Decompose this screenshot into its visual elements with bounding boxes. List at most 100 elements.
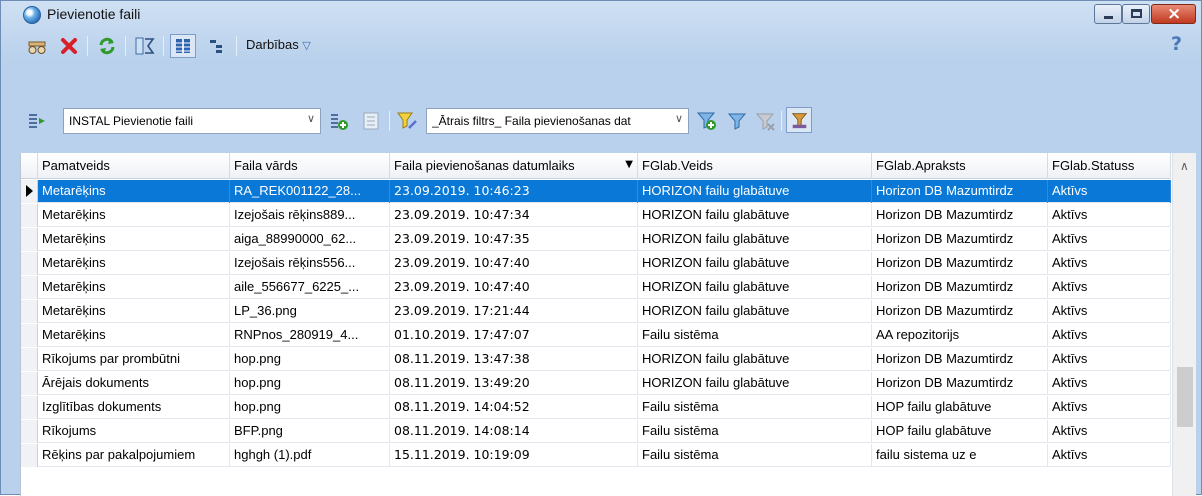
cell-fglab-apraksts[interactable]: failu sistema uz e — [872, 444, 1048, 467]
columns-view-toggle[interactable] — [170, 34, 196, 58]
row-indicator[interactable] — [21, 324, 38, 347]
cell-fglab-veids[interactable]: Failu sistēma — [638, 420, 872, 443]
column-header-datumlaiks[interactable]: Faila pievienošanas datumlaiks ▼ — [390, 153, 638, 179]
column-header-fglab-apraksts[interactable]: FGlab.Apraksts — [872, 153, 1048, 179]
add-view-icon[interactable] — [329, 111, 349, 131]
cell-fglab-veids[interactable]: HORIZON failu glabātuve — [638, 252, 872, 275]
cell-pamatveids[interactable]: Rēķins par pakalpojumiem — [38, 444, 230, 467]
cell-datumlaiks[interactable]: 23.09.2019. 10:47:34 — [390, 204, 638, 227]
close-button[interactable]: × — [1151, 4, 1196, 24]
cell-datumlaiks[interactable]: 08.11.2019. 14:08:14 — [390, 420, 638, 443]
clear-filter-toggle[interactable] — [786, 107, 812, 133]
table-row[interactable]: Metarēķins Izejošais rēķins889... 23.09.20… — [21, 204, 1171, 227]
cell-datumlaiks[interactable]: 08.11.2019. 13:49:20 — [390, 372, 638, 395]
cell-datumlaiks[interactable]: 23.09.2019. 17:21:44 — [390, 300, 638, 323]
cell-faila-vards[interactable]: hop.png — [230, 396, 390, 419]
table-row[interactable]: Rīkojums par prombūtni hop.png 08.11.2019.… — [21, 348, 1171, 371]
cell-fglab-apraksts[interactable]: Horizon DB Mazumtirdz — [872, 300, 1048, 323]
row-indicator[interactable] — [21, 276, 38, 299]
table-row[interactable]: Metarēķins RNPnos_280919_4... 01.10.2019. … — [21, 324, 1171, 347]
cell-fglab-statuss[interactable]: Aktīvs — [1048, 348, 1171, 371]
cell-fglab-veids[interactable]: HORIZON failu glabātuve — [638, 180, 872, 203]
cell-pamatveids[interactable]: Metarēķins — [38, 204, 230, 227]
cell-fglab-veids[interactable]: Failu sistēma — [638, 444, 872, 467]
cell-datumlaiks[interactable]: 23.09.2019. 10:47:40 — [390, 276, 638, 299]
title-bar[interactable]: Pievienotie faili × — [1, 1, 1201, 29]
cell-faila-vards[interactable]: aiga_88990000_62... — [230, 228, 390, 251]
cell-fglab-statuss[interactable]: Aktīvs — [1048, 324, 1171, 347]
cell-pamatveids[interactable]: Metarēķins — [38, 228, 230, 251]
cell-datumlaiks[interactable]: 23.09.2019. 10:47:35 — [390, 228, 638, 251]
cell-faila-vards[interactable]: LP_36.png — [230, 300, 390, 323]
cell-fglab-veids[interactable]: Failu sistēma — [638, 324, 872, 347]
cell-datumlaiks[interactable]: 15.11.2019. 10:19:09 — [390, 444, 638, 467]
cell-faila-vards[interactable]: hop.png — [230, 372, 390, 395]
cell-fglab-veids[interactable]: HORIZON failu glabātuve — [638, 372, 872, 395]
scroll-up-icon[interactable]: ∧ — [1180, 159, 1189, 173]
table-row[interactable]: Metarēķins aiga_88990000_62... 23.09.2019.… — [21, 228, 1171, 251]
cell-faila-vards[interactable]: Izejošais rēķins556... — [230, 252, 390, 275]
cell-fglab-statuss[interactable]: Aktīvs — [1048, 444, 1171, 467]
add-filter-icon[interactable] — [697, 111, 717, 131]
quick-filter-select[interactable]: _Ātrais filtrs_ Faila pievienošanas dat … — [426, 108, 689, 134]
table-row[interactable]: Izglītības dokuments hop.png 08.11.2019. 1… — [21, 396, 1171, 419]
column-header-fglab-veids[interactable]: FGlab.Veids — [638, 153, 872, 179]
view-select[interactable]: INSTAL Pievienotie faili ∨ — [63, 108, 321, 134]
cell-pamatveids[interactable]: Rīkojums — [38, 420, 230, 443]
cell-fglab-apraksts[interactable]: Horizon DB Mazumtirdz — [872, 228, 1048, 251]
cell-fglab-veids[interactable]: HORIZON failu glabātuve — [638, 276, 872, 299]
column-header-faila-vards[interactable]: Faila vārds — [230, 153, 390, 179]
cell-pamatveids[interactable]: Metarēķins — [38, 324, 230, 347]
cell-fglab-apraksts[interactable]: Horizon DB Mazumtirdz — [872, 276, 1048, 299]
cell-fglab-veids[interactable]: HORIZON failu glabātuve — [638, 300, 872, 323]
cell-datumlaiks[interactable]: 23.09.2019. 10:46:23 — [390, 180, 638, 203]
actions-menu[interactable]: Darbības ▽ — [246, 37, 311, 52]
cell-pamatveids[interactable]: Izglītības dokuments — [38, 396, 230, 419]
cell-fglab-veids[interactable]: HORIZON failu glabātuve — [638, 348, 872, 371]
table-row[interactable]: Metarēķins LP_36.png 23.09.2019. 17:21:44 H… — [21, 300, 1171, 323]
cell-fglab-statuss[interactable]: Aktīvs — [1048, 372, 1171, 395]
cell-pamatveids[interactable]: Rīkojums par prombūtni — [38, 348, 230, 371]
column-header-fglab-statuss[interactable]: FGlab.Statuss — [1048, 153, 1171, 179]
cell-datumlaiks[interactable]: 08.11.2019. 13:47:38 — [390, 348, 638, 371]
row-indicator[interactable] — [21, 348, 38, 371]
sum-icon[interactable] — [135, 36, 155, 56]
cell-fglab-apraksts[interactable]: HOP failu glabātuve — [872, 420, 1048, 443]
cell-fglab-veids[interactable]: HORIZON failu glabātuve — [638, 228, 872, 251]
cell-faila-vards[interactable]: RA_REK001122_28... — [230, 180, 390, 203]
cell-pamatveids[interactable]: Metarēķins — [38, 300, 230, 323]
cell-fglab-statuss[interactable]: Aktīvs — [1048, 204, 1171, 227]
maximize-button[interactable] — [1122, 4, 1150, 24]
row-indicator[interactable] — [21, 396, 38, 419]
cell-faila-vards[interactable]: hop.png — [230, 348, 390, 371]
column-header-pamatveids[interactable]: Pamatveids — [38, 153, 230, 179]
cell-fglab-statuss[interactable]: Aktīvs — [1048, 420, 1171, 443]
cell-fglab-apraksts[interactable]: Horizon DB Mazumtirdz — [872, 372, 1048, 395]
cell-pamatveids[interactable]: Metarēķins — [38, 276, 230, 299]
filter-icon[interactable] — [727, 111, 747, 131]
binoculars-icon[interactable] — [27, 36, 47, 56]
cell-fglab-statuss[interactable]: Aktīvs — [1048, 276, 1171, 299]
vertical-scrollbar[interactable]: ∧ — [1172, 153, 1196, 496]
scrollbar-thumb[interactable] — [1177, 367, 1193, 427]
filter-edit-icon[interactable] — [397, 111, 417, 131]
row-indicator[interactable] — [21, 420, 38, 443]
cell-fglab-apraksts[interactable]: Horizon DB Mazumtirdz — [872, 348, 1048, 371]
cell-fglab-statuss[interactable]: Aktīvs — [1048, 396, 1171, 419]
row-indicator[interactable] — [21, 252, 38, 275]
cell-faila-vards[interactable]: Izejošais rēķins889... — [230, 204, 390, 227]
cell-faila-vards[interactable]: aile_556677_6225_... — [230, 276, 390, 299]
tree-view-icon[interactable] — [207, 36, 227, 56]
cell-fglab-apraksts[interactable]: HOP failu glabātuve — [872, 396, 1048, 419]
cell-fglab-statuss[interactable]: Aktīvs — [1048, 228, 1171, 251]
row-indicator[interactable] — [21, 372, 38, 395]
table-row[interactable]: Metarēķins Izejošais rēķins556... 23.09.20… — [21, 252, 1171, 275]
help-icon[interactable]: ? — [1171, 33, 1182, 55]
cell-faila-vards[interactable]: BFP.png — [230, 420, 390, 443]
cell-pamatveids[interactable]: Metarēķins — [38, 180, 230, 203]
view-select-icon[interactable] — [27, 111, 47, 131]
cell-fglab-statuss[interactable]: Aktīvs — [1048, 180, 1171, 203]
cell-faila-vards[interactable]: RNPnos_280919_4... — [230, 324, 390, 347]
cell-faila-vards[interactable]: hghgh (1).pdf — [230, 444, 390, 467]
row-indicator[interactable] — [21, 228, 38, 251]
